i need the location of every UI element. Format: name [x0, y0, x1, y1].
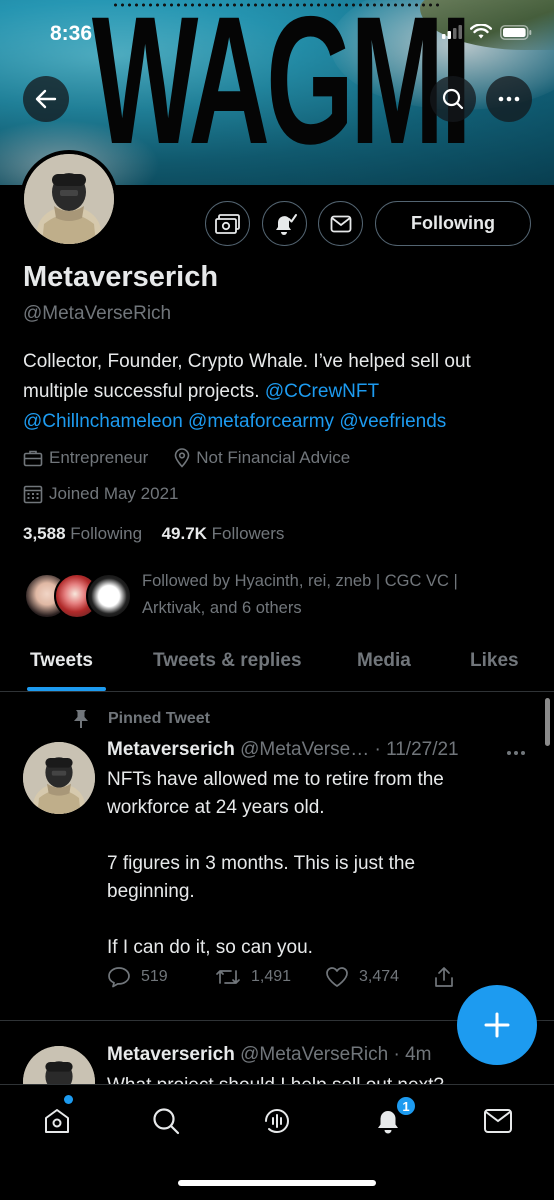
- profile-avatar[interactable]: [20, 150, 118, 248]
- wifi-icon: [470, 24, 492, 39]
- tab-tweets-and-replies[interactable]: Tweets & replies: [153, 650, 302, 672]
- joined-row: Joined May 2021: [23, 484, 178, 504]
- tweet-author-name[interactable]: Metaverserich: [107, 739, 235, 760]
- followed-by-text[interactable]: Followed by Hyacinth, rei, zneb | CGC VC…: [142, 568, 522, 622]
- joined-label: Joined May 2021: [49, 484, 179, 503]
- bio-text: multiple successful projects.: [23, 381, 265, 402]
- status-icons: [442, 24, 532, 40]
- more-dots-icon: [498, 96, 520, 102]
- scrollbar[interactable]: [545, 698, 550, 746]
- search-icon: [442, 88, 464, 110]
- nav-spaces[interactable]: [257, 1101, 297, 1141]
- heart-icon: [326, 967, 348, 987]
- home-new-content-dot: [64, 1095, 73, 1104]
- tip-button[interactable]: [205, 201, 250, 246]
- status-time: 8:36: [50, 22, 93, 45]
- nav-home[interactable]: [37, 1101, 77, 1141]
- tweet-more-button[interactable]: [506, 740, 526, 761]
- profile-meta-row: Entrepreneur Not Financial Advice: [23, 448, 350, 468]
- search-icon: [153, 1108, 180, 1135]
- more-options-button[interactable]: [486, 76, 532, 122]
- more-dots-icon: [507, 751, 525, 755]
- retweet-icon: [216, 970, 240, 984]
- profile-tabs: Tweets Tweets & replies Media Likes: [0, 640, 554, 692]
- signal-icon: [442, 25, 462, 39]
- avatar-image: [24, 154, 114, 244]
- search-button[interactable]: [430, 76, 476, 122]
- reply-button[interactable]: 519: [107, 966, 168, 988]
- plus-icon: [484, 1012, 510, 1038]
- active-tab-indicator: [27, 687, 106, 691]
- following-button[interactable]: Following: [375, 201, 531, 246]
- tweet-actions: 519 1,491 3,474: [107, 966, 467, 996]
- profile-name: Metaverserich: [23, 261, 219, 293]
- calendar-icon: [23, 485, 43, 504]
- mention-link[interactable]: @CCrewNFT: [265, 381, 379, 402]
- profession-label: Entrepreneur: [49, 448, 149, 467]
- message-button[interactable]: [318, 201, 363, 246]
- tweet-text[interactable]: What project should I help sell out next…: [107, 1072, 444, 1084]
- avatar-image: [23, 742, 95, 814]
- tweet-header: Metaverserich @MetaVerse… · 11/27/21: [107, 739, 459, 761]
- following-count-link[interactable]: 3,588 Following: [23, 524, 142, 543]
- tab-media[interactable]: Media: [357, 650, 411, 672]
- arrow-left-icon: [35, 89, 57, 109]
- notifications-on-button[interactable]: [262, 201, 307, 246]
- location-label: Not Financial Advice: [196, 448, 351, 467]
- tweet-text[interactable]: NFTs have allowed me to retire from the …: [107, 766, 527, 962]
- nav-messages[interactable]: [478, 1101, 518, 1141]
- tweet-meta: @MetaVerseRich · 4m: [240, 1044, 432, 1065]
- like-count: 3,474: [359, 968, 400, 985]
- retweet-count: 1,491: [251, 968, 292, 985]
- compose-tweet-button[interactable]: [457, 985, 537, 1065]
- tweet-author-name[interactable]: Metaverserich: [107, 1044, 235, 1065]
- battery-icon: [500, 24, 532, 40]
- envelope-icon: [330, 215, 351, 232]
- back-button[interactable]: [23, 76, 69, 122]
- tweet-avatar[interactable]: [23, 742, 95, 814]
- followed-by-avatars[interactable]: [24, 573, 134, 621]
- followers-count-link[interactable]: 49.7K Followers: [162, 524, 285, 543]
- location-icon: [174, 448, 190, 468]
- share-button[interactable]: [433, 966, 455, 988]
- reply-icon: [108, 967, 130, 988]
- briefcase-icon: [23, 450, 43, 467]
- home-indicator[interactable]: [178, 1180, 376, 1186]
- bio-text: Collector, Founder, Crypto Whale. I’ve h…: [23, 351, 471, 372]
- share-icon: [435, 967, 453, 987]
- mention-link[interactable]: @Chillnchameleon: [23, 411, 183, 432]
- reply-count: 519: [141, 968, 168, 985]
- mention-link[interactable]: @veefriends: [339, 411, 446, 432]
- mention-link[interactable]: @metaforcearmy: [188, 411, 334, 432]
- retweet-button[interactable]: 1,491: [215, 966, 291, 988]
- envelope-icon: [484, 1109, 512, 1133]
- profile-bio: Collector, Founder, Crypto Whale. I’ve h…: [23, 347, 538, 437]
- follower-avatar: [86, 573, 132, 619]
- nav-search[interactable]: [146, 1101, 186, 1141]
- tab-likes[interactable]: Likes: [470, 650, 519, 672]
- notifications-badge: 1: [395, 1095, 417, 1117]
- like-button[interactable]: 3,474: [325, 966, 399, 988]
- tweet-header: Metaverserich @MetaVerseRich · 4m: [107, 1044, 431, 1066]
- tab-tweets[interactable]: Tweets: [30, 650, 93, 672]
- tweet-meta: @MetaVerse… · 11/27/21: [240, 739, 459, 760]
- home-icon: [45, 1109, 69, 1133]
- pin-icon: [74, 710, 88, 728]
- money-icon: [214, 213, 240, 234]
- bell-check-icon: [275, 213, 297, 235]
- pinned-label-row: Pinned Tweet: [72, 709, 210, 729]
- profile-handle: @MetaVerseRich: [23, 303, 172, 324]
- spaces-icon: [265, 1109, 290, 1134]
- pinned-tweet-label: Pinned Tweet: [108, 710, 210, 727]
- banner-wagmi-text: WAGMI: [91, 0, 472, 182]
- follow-counts: 3,588 Following 49.7K Followers: [23, 524, 284, 544]
